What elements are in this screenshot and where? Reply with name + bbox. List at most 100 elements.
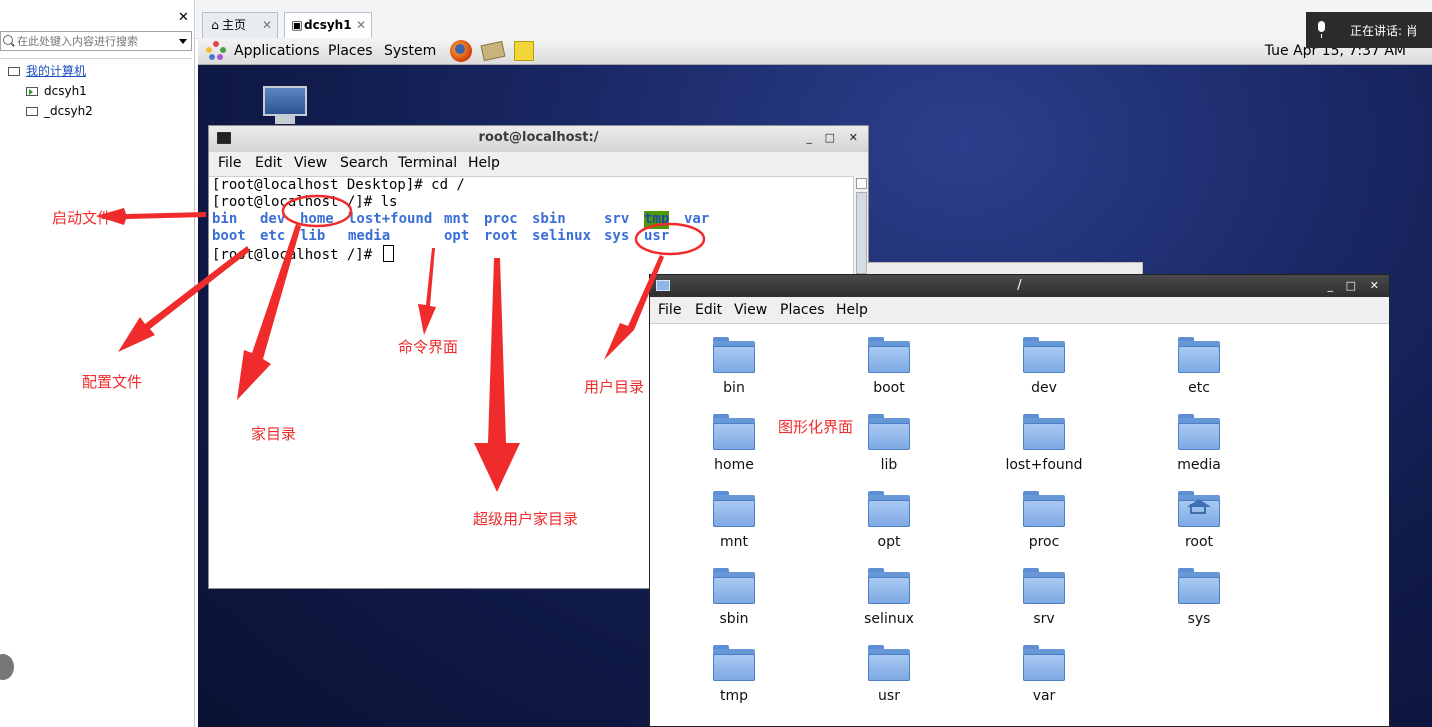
search-dropdown-icon[interactable] [179, 39, 187, 44]
home-folder-icon [1178, 491, 1220, 527]
fm-menu-help[interactable]: Help [836, 302, 868, 318]
gnome-top-panel: Applications Places System Tue Apr 15, 7… [198, 38, 1432, 65]
voice-chat-indicator: 正在讲话: 肖 [1306, 12, 1432, 48]
sidebar-search[interactable] [0, 31, 192, 51]
folder-label: root [1184, 534, 1214, 550]
folder-item[interactable]: proc [984, 491, 1104, 557]
ls-entry: selinux [532, 228, 592, 244]
maximize-button[interactable]: □ [825, 131, 835, 144]
maximize-button[interactable]: □ [1346, 279, 1356, 292]
fm-menu-file[interactable]: File [658, 302, 681, 318]
folder-label: lib [880, 457, 898, 473]
vm-icon [26, 107, 38, 116]
terminal-menu-help[interactable]: Help [468, 155, 500, 171]
terminal-menu-search[interactable]: Search [340, 155, 388, 171]
folder-label: var [1032, 688, 1056, 704]
folder-icon [713, 645, 755, 681]
search-input[interactable] [17, 33, 167, 49]
ls-entry: etc [260, 228, 286, 244]
folder-item[interactable]: boot [829, 337, 949, 403]
host-sidebar: ✕ 我的计算机 dcsyh1 _dcsyh2 [0, 0, 195, 727]
ls-entry: sys [604, 228, 630, 244]
close-button[interactable]: ✕ [1370, 279, 1379, 292]
folder-item[interactable]: srv [984, 568, 1104, 634]
search-icon [3, 35, 13, 45]
scroll-up-icon[interactable] [856, 178, 867, 189]
folder-label: tmp [719, 688, 748, 704]
minimize-button[interactable]: _ [1328, 279, 1334, 292]
terminal-menu-terminal[interactable]: Terminal [398, 155, 457, 171]
tree-item-my-computer[interactable]: 我的计算机 [8, 62, 86, 80]
sidebar-resize-handle[interactable] [0, 654, 14, 680]
folder-item[interactable]: sys [1139, 568, 1259, 634]
terminal-menu-file[interactable]: File [218, 155, 241, 171]
close-button[interactable]: ✕ [849, 131, 858, 144]
folder-item[interactable]: home [674, 414, 794, 480]
ls-entry: usr [644, 228, 670, 244]
menu-applications[interactable]: Applications [234, 41, 320, 61]
terminal-cursor [382, 245, 394, 262]
tree-item-label: _dcsyh2 [44, 104, 93, 118]
tab-dcsyh1[interactable]: ▣dcsyh1 ✕ [284, 12, 372, 38]
annotation-startup-files: 启动文件 [52, 209, 113, 227]
computer-icon [8, 67, 20, 76]
terminal-prompt: [root@localhost /]# [212, 247, 381, 263]
folder-item[interactable]: media [1139, 414, 1259, 480]
folder-icon [1023, 337, 1065, 373]
ls-entry: bin [212, 211, 238, 227]
ls-entry: proc [484, 211, 518, 227]
tree-root-label[interactable]: 我的计算机 [26, 64, 86, 78]
folder-item[interactable]: usr [829, 645, 949, 711]
mail-icon[interactable] [480, 40, 506, 62]
fm-menu-view[interactable]: View [734, 302, 767, 318]
desktop-computer-icon[interactable] [263, 86, 309, 126]
folder-item[interactable]: lost+found [984, 414, 1104, 480]
minimize-button[interactable]: _ [807, 131, 813, 144]
microphone-icon [1318, 21, 1325, 38]
folder-label: opt [877, 534, 901, 550]
folder-item[interactable]: sbin [674, 568, 794, 634]
file-manager-titlebar[interactable]: / _ □ ✕ [650, 275, 1389, 297]
folder-label: sbin [719, 611, 749, 627]
folder-item[interactable]: var [984, 645, 1104, 711]
host-tab-bar: ⌂ 主页 ✕ ▣dcsyh1 ✕ [196, 0, 1432, 39]
tab-label: 主页 [222, 18, 247, 32]
folder-item[interactable]: tmp [674, 645, 794, 711]
fm-menu-edit[interactable]: Edit [695, 302, 722, 318]
annotation-command-ui: 命令界面 [398, 338, 459, 356]
terminal-menu-edit[interactable]: Edit [255, 155, 282, 171]
menu-system[interactable]: System [384, 41, 436, 61]
folder-icon [713, 568, 755, 604]
folder-item[interactable]: mnt [674, 491, 794, 557]
folder-item[interactable]: selinux [829, 568, 949, 634]
menu-places[interactable]: Places [328, 41, 373, 61]
file-manager-menubar: File Edit View Places Help [650, 297, 1389, 324]
folder-item[interactable]: opt [829, 491, 949, 557]
ls-entry: root [484, 228, 518, 244]
folder-label: mnt [720, 534, 748, 550]
notes-icon[interactable] [514, 41, 534, 61]
folder-icon [1178, 568, 1220, 604]
tree-item-vm-1[interactable]: dcsyh1 [26, 82, 87, 100]
folder-item[interactable]: root [1139, 491, 1259, 557]
folder-item[interactable]: etc [1139, 337, 1259, 403]
tree-item-vm-2[interactable]: _dcsyh2 [26, 102, 93, 120]
terminal-menu-view[interactable]: View [294, 155, 327, 171]
folder-icon [868, 645, 910, 681]
tab-home[interactable]: ⌂ 主页 ✕ [202, 12, 278, 38]
fm-menu-places[interactable]: Places [780, 302, 825, 318]
annotation-graphical-ui: 图形化界面 [778, 418, 854, 436]
tab-close-icon[interactable]: ✕ [262, 13, 272, 37]
folder-item[interactable]: bin [674, 337, 794, 403]
tab-close-icon[interactable]: ✕ [356, 13, 366, 37]
folder-item[interactable]: dev [984, 337, 1104, 403]
voice-status-text: 正在讲话: 肖 [1350, 24, 1418, 38]
sidebar-close-icon[interactable]: ✕ [178, 10, 189, 25]
folder-label: etc [1188, 380, 1210, 396]
file-manager-title: / [1017, 278, 1022, 293]
folder-label: proc [1028, 534, 1060, 550]
terminal-titlebar[interactable]: root@localhost:/ _ □ ✕ [209, 126, 868, 153]
vm-running-icon [26, 87, 38, 96]
folder-icon [713, 491, 755, 527]
firefox-icon[interactable] [450, 40, 472, 62]
